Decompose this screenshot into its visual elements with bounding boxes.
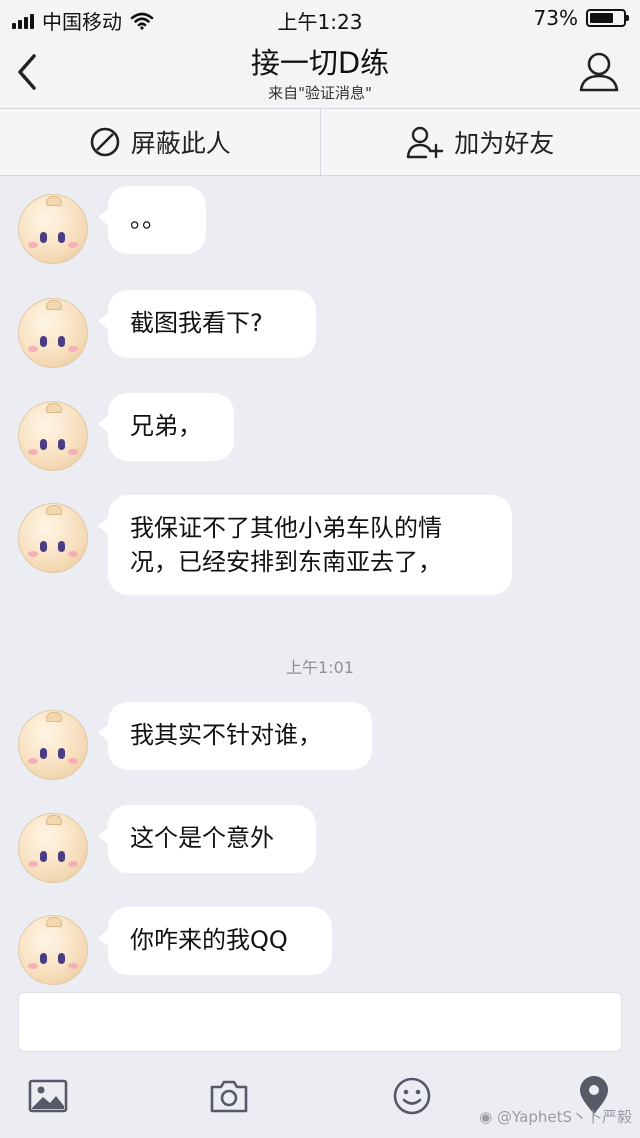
status-right: 73%	[533, 6, 629, 30]
avatar[interactable]	[18, 710, 88, 780]
block-icon	[90, 127, 120, 157]
message-bubble[interactable]: 我保证不了其他小弟车队的情 况，已经安排到东南亚去了，	[98, 495, 512, 595]
chat-title: 接一切D练	[250, 46, 390, 80]
battery-fill	[590, 13, 613, 23]
avatar[interactable]	[18, 503, 88, 573]
image-icon[interactable]	[26, 1074, 70, 1118]
weibo-icon: ◉	[479, 1108, 493, 1126]
message-line: 我保证不了其他小弟车队的情	[130, 514, 442, 542]
message-bubble[interactable]: 你咋来的我QQ	[98, 907, 332, 975]
message-bubble[interactable]: 兄弟，	[98, 393, 234, 461]
message-bubble[interactable]: 这个是个意外	[98, 805, 316, 873]
profile-icon[interactable]	[578, 50, 620, 94]
add-friend-icon	[407, 126, 444, 159]
avatar[interactable]	[18, 813, 88, 883]
avatar[interactable]	[18, 401, 88, 471]
status-bar: 中国移动 上午1:23 73%	[0, 0, 640, 36]
block-user-label: 屏蔽此人	[130, 129, 231, 158]
message-bubble[interactable]: 截图我看下?	[98, 290, 316, 358]
message-input[interactable]	[18, 992, 622, 1052]
block-user-button[interactable]: 屏蔽此人	[0, 109, 320, 175]
battery-percent: 73%	[533, 6, 578, 30]
message-bubble[interactable]: 。。	[98, 186, 206, 254]
avatar[interactable]	[18, 298, 88, 368]
action-bar: 屏蔽此人 加为好友	[0, 109, 640, 176]
message-timestamp: 上午1:01	[286, 658, 354, 677]
watermark: ◉ @YaphetS丶卜严毅	[479, 1106, 632, 1127]
message-line: 况，已经安排到东南亚去了，	[130, 548, 442, 576]
emoji-icon[interactable]	[390, 1074, 434, 1118]
input-area: ◉ @YaphetS丶卜严毅	[0, 986, 640, 1138]
avatar[interactable]	[18, 915, 88, 985]
camera-icon[interactable]	[207, 1074, 251, 1118]
message-list[interactable]: 。。 截图我看下? 兄弟， 我保证不了其他小弟车队的情 况，已经安排到东南亚去了…	[0, 176, 640, 986]
add-friend-button[interactable]: 加为好友	[319, 109, 640, 175]
message-bubble[interactable]: 我其实不针对谁，	[98, 702, 372, 770]
chat-subtitle: 来自"验证消息"	[268, 84, 372, 102]
nav-bar: 接一切D练 来自"验证消息"	[0, 36, 640, 109]
battery-icon	[586, 9, 629, 27]
avatar[interactable]	[18, 194, 88, 264]
add-friend-label: 加为好友	[454, 129, 555, 158]
watermark-text: @YaphetS丶卜严毅	[497, 1108, 632, 1126]
